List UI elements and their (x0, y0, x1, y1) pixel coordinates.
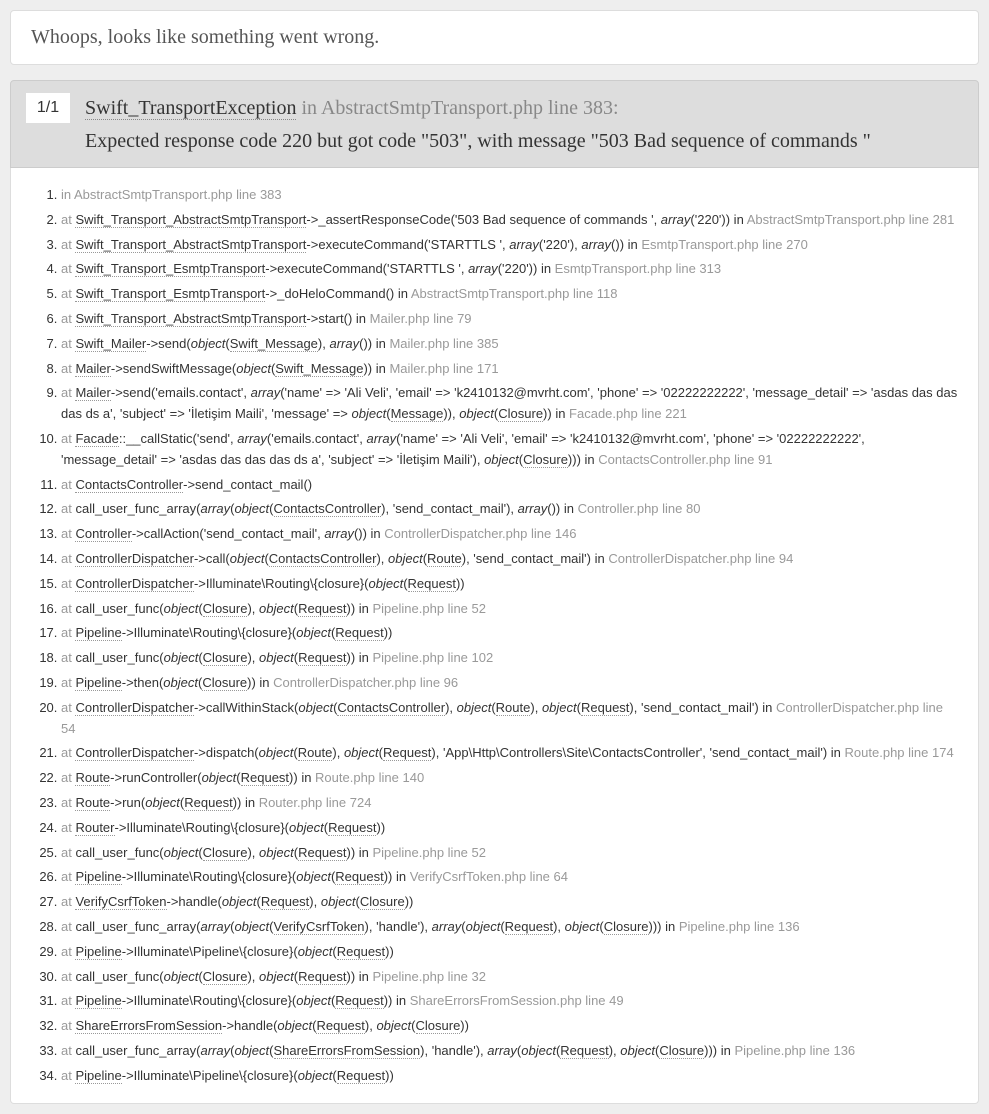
trace-row: at call_user_func(object(Closure), objec… (61, 841, 958, 866)
trace-row: at Mailer->sendSwiftMessage(object(Swift… (61, 357, 958, 382)
trace-row: at Mailer->send('emails.contact', array(… (61, 381, 958, 427)
trace-row: at call_user_func(object(Closure), objec… (61, 965, 958, 990)
trace-row: at call_user_func(object(Closure), objec… (61, 597, 958, 622)
trace-row: at Route->run(object(Request)) in Router… (61, 791, 958, 816)
trace-row: at Pipeline->Illuminate\Pipeline\{closur… (61, 1064, 958, 1089)
exception-counter: 1/1 (26, 93, 70, 123)
error-title-panel: Whoops, looks like something went wrong. (10, 10, 979, 65)
trace-row: at Pipeline->Illuminate\Routing\{closure… (61, 989, 958, 1014)
trace-row: at Pipeline->then(object(Closure)) in Co… (61, 671, 958, 696)
exception-class[interactable]: Swift_TransportException (85, 97, 296, 120)
trace-row: at ControllerDispatcher->dispatch(object… (61, 741, 958, 766)
trace-row: at Swift_Transport_EsmtpTransport->execu… (61, 257, 958, 282)
exception-header: 1/1 Swift_TransportException in Abstract… (10, 80, 979, 168)
trace-row: at Route->runController(object(Request))… (61, 766, 958, 791)
whoops-heading: Whoops, looks like something went wrong. (31, 26, 958, 49)
trace-row: at Swift_Transport_AbstractSmtpTransport… (61, 307, 958, 332)
trace-row: at call_user_func_array(array(object(Ver… (61, 915, 958, 940)
trace-row: at Pipeline->Illuminate\Routing\{closure… (61, 865, 958, 890)
exception-message: Expected response code 220 but got code … (85, 127, 963, 155)
trace-row: at ControllerDispatcher->call(object(Con… (61, 547, 958, 572)
trace-row: at Pipeline->Illuminate\Routing\{closure… (61, 621, 958, 646)
exception-location[interactable]: AbstractSmtpTransport.php line 383 (321, 97, 613, 119)
trace-row: at ContactsController->send_contact_mail… (61, 473, 958, 498)
trace-row: at Facade::__callStatic('send', array('e… (61, 427, 958, 473)
trace-row: at Swift_Transport_EsmtpTransport->_doHe… (61, 282, 958, 307)
stack-trace: in AbstractSmtpTransport.php line 383 at… (10, 168, 979, 1104)
exception-title: Swift_TransportException in AbstractSmtp… (85, 93, 963, 123)
trace-row: at Pipeline->Illuminate\Pipeline\{closur… (61, 940, 958, 965)
trace-row: at ControllerDispatcher->callWithinStack… (61, 696, 958, 742)
trace-row: at Swift_Mailer->send(object(Swift_Messa… (61, 332, 958, 357)
trace-row: in AbstractSmtpTransport.php line 383 (61, 183, 958, 208)
trace-row: at Swift_Transport_AbstractSmtpTransport… (61, 233, 958, 258)
trace-row: at ShareErrorsFromSession->handle(object… (61, 1014, 958, 1039)
trace-row: at ControllerDispatcher->Illuminate\Rout… (61, 572, 958, 597)
trace-row: at Router->Illuminate\Routing\{closure}(… (61, 816, 958, 841)
trace-row: at Controller->callAction('send_contact_… (61, 522, 958, 547)
trace-row: at call_user_func_array(array(object(Sha… (61, 1039, 958, 1064)
trace-row: at call_user_func(object(Closure), objec… (61, 646, 958, 671)
trace-row: at VerifyCsrfToken->handle(object(Reques… (61, 890, 958, 915)
trace-row: at call_user_func_array(array(object(Con… (61, 497, 958, 522)
trace-row: at Swift_Transport_AbstractSmtpTransport… (61, 208, 958, 233)
